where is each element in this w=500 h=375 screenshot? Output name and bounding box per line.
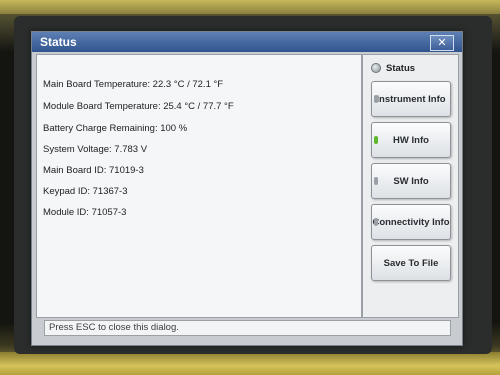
save-to-file-label: Save To File (383, 257, 439, 269)
dialog-title: Status (40, 35, 77, 49)
module-board-temperature: Module Board Temperature: 25.4 °C / 77.7… (43, 101, 234, 112)
bezel-bottom-strip (0, 352, 500, 375)
radio-indicator-icon (371, 63, 381, 74)
status-label: Status (386, 63, 416, 74)
bezel-top-strip (0, 0, 500, 14)
info-panel: Main Board Temperature: 22.3 °C / 72.1 °… (36, 54, 362, 318)
sw-info-button[interactable]: SW Info (371, 163, 451, 199)
led-indicator-icon (374, 218, 378, 226)
hw-info-label: HW Info (393, 134, 429, 146)
status-bar-text: Press ESC to close this dialog. (49, 322, 179, 333)
led-indicator-icon (374, 95, 378, 103)
module-id: Module ID: 71057-3 (43, 207, 127, 218)
status-dialog: Status ✕ Main Board Temperature: 22.3 °C… (31, 31, 463, 346)
connectivity-info-label: Connectivity Info (372, 216, 450, 228)
status-indicator[interactable]: Status (371, 63, 415, 74)
dialog-titlebar: Status ✕ (32, 32, 462, 52)
status-bar: Press ESC to close this dialog. (44, 320, 451, 336)
instrument-info-label: Instrument Info (376, 93, 446, 105)
side-panel: Status Instrument Info HW Info SW Info C… (362, 54, 459, 318)
led-indicator-icon (374, 177, 378, 185)
main-board-id: Main Board ID: 71019-3 (43, 165, 144, 176)
hw-info-button[interactable]: HW Info (371, 122, 451, 158)
sw-info-label: SW Info (393, 175, 429, 187)
connectivity-info-button[interactable]: Connectivity Info (371, 204, 451, 240)
main-board-temperature: Main Board Temperature: 22.3 °C / 72.1 °… (43, 79, 224, 90)
save-to-file-button[interactable]: Save To File (371, 245, 451, 281)
instrument-info-button[interactable]: Instrument Info (371, 81, 451, 117)
system-voltage: System Voltage: 7.783 V (43, 144, 148, 155)
close-button[interactable]: ✕ (430, 35, 454, 51)
battery-charge: Battery Charge Remaining: 100 % (43, 123, 188, 134)
keypad-id: Keypad ID: 71367-3 (43, 186, 128, 197)
led-indicator-icon (374, 136, 378, 144)
